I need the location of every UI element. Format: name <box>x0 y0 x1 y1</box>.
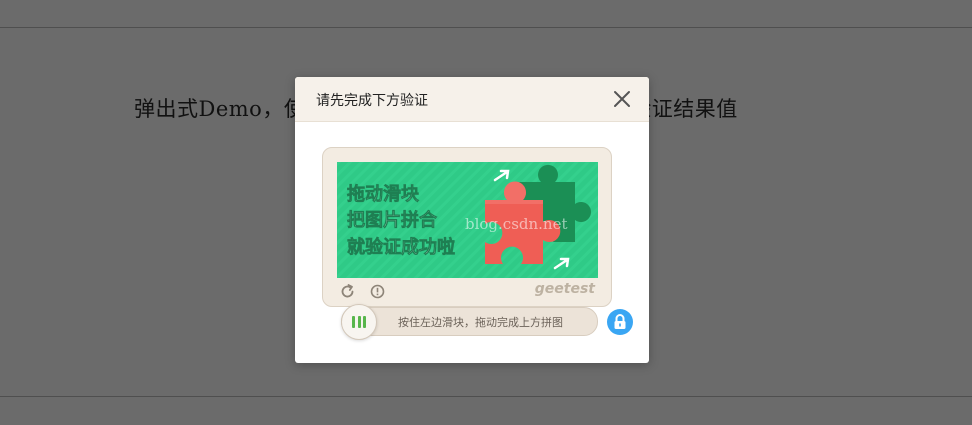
slider-hint: 按住左边滑块，拖动完成上方拼图 <box>398 316 563 329</box>
refresh-button[interactable] <box>339 283 356 300</box>
bottom-divider <box>0 396 972 397</box>
captcha-image-line-2: 把图片拼合 <box>347 209 438 231</box>
slider-track[interactable]: 按住左边滑块，拖动完成上方拼图 <box>341 307 598 336</box>
info-icon <box>370 284 385 299</box>
close-button[interactable] <box>609 86 635 112</box>
captcha-image: 拖动滑块 把图片拼合 就验证成功啦 blog.csdn.net <box>337 162 598 278</box>
grip-icon <box>342 305 376 339</box>
slider-handle[interactable] <box>341 304 377 340</box>
captcha-widget: 拖动滑块 把图片拼合 就验证成功啦 blog.csdn.net geetest <box>322 147 612 307</box>
close-icon <box>614 91 630 107</box>
top-divider <box>0 27 972 28</box>
captcha-image-line-3: 就验证成功啦 <box>347 236 455 258</box>
lock-icon <box>614 314 626 329</box>
brand-logo: geetest <box>534 281 595 297</box>
info-button[interactable] <box>369 283 386 300</box>
captcha-image-line-1: 拖动滑块 <box>347 183 420 205</box>
captcha-toolbar: geetest <box>339 281 595 302</box>
captcha-modal: 请先完成下方验证 拖动滑块 把图片拼合 就验证成功啦 blog.csdn.net… <box>295 77 649 363</box>
refresh-icon <box>341 284 354 298</box>
modal-header: 请先完成下方验证 <box>295 77 649 122</box>
watermark: blog.csdn.net <box>465 215 568 233</box>
modal-title: 请先完成下方验证 <box>316 93 428 109</box>
lock-badge <box>607 309 633 335</box>
